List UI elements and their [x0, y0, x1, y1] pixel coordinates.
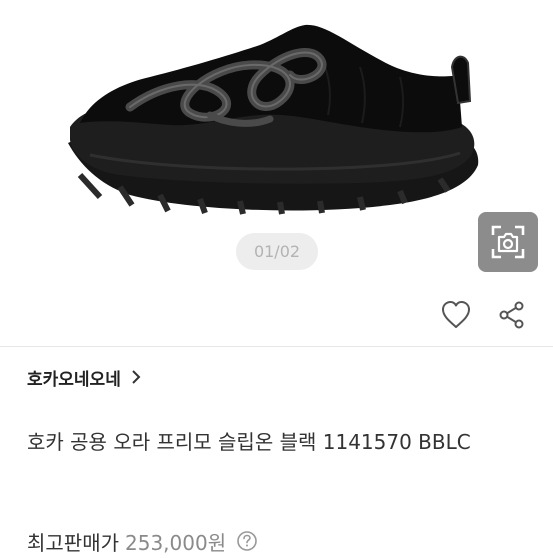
- question-circle-icon: [237, 531, 257, 551]
- like-button[interactable]: [438, 297, 474, 333]
- share-icon: [499, 301, 524, 329]
- image-search-button[interactable]: [478, 212, 538, 272]
- product-image-gallery[interactable]: 01/02: [0, 0, 553, 345]
- brand-link[interactable]: 호카오네오네: [27, 362, 141, 392]
- price-help-button[interactable]: [236, 530, 258, 552]
- image-page-indicator: 01/02: [236, 233, 318, 270]
- product-image-shoe: [68, 24, 479, 215]
- section-divider: [0, 346, 553, 347]
- brand-name: 호카오네오네: [27, 369, 121, 390]
- lens-search-icon: [491, 225, 525, 259]
- price-value: 253,000원: [125, 530, 227, 555]
- share-button[interactable]: [494, 297, 530, 333]
- heart-icon: [442, 301, 470, 328]
- chevron-right-icon: [132, 370, 141, 384]
- product-title: 호카 공용 오라 프리모 슬립온 블랙 1141570 BBLC: [27, 430, 471, 454]
- price-label: 최고판매가: [27, 530, 119, 555]
